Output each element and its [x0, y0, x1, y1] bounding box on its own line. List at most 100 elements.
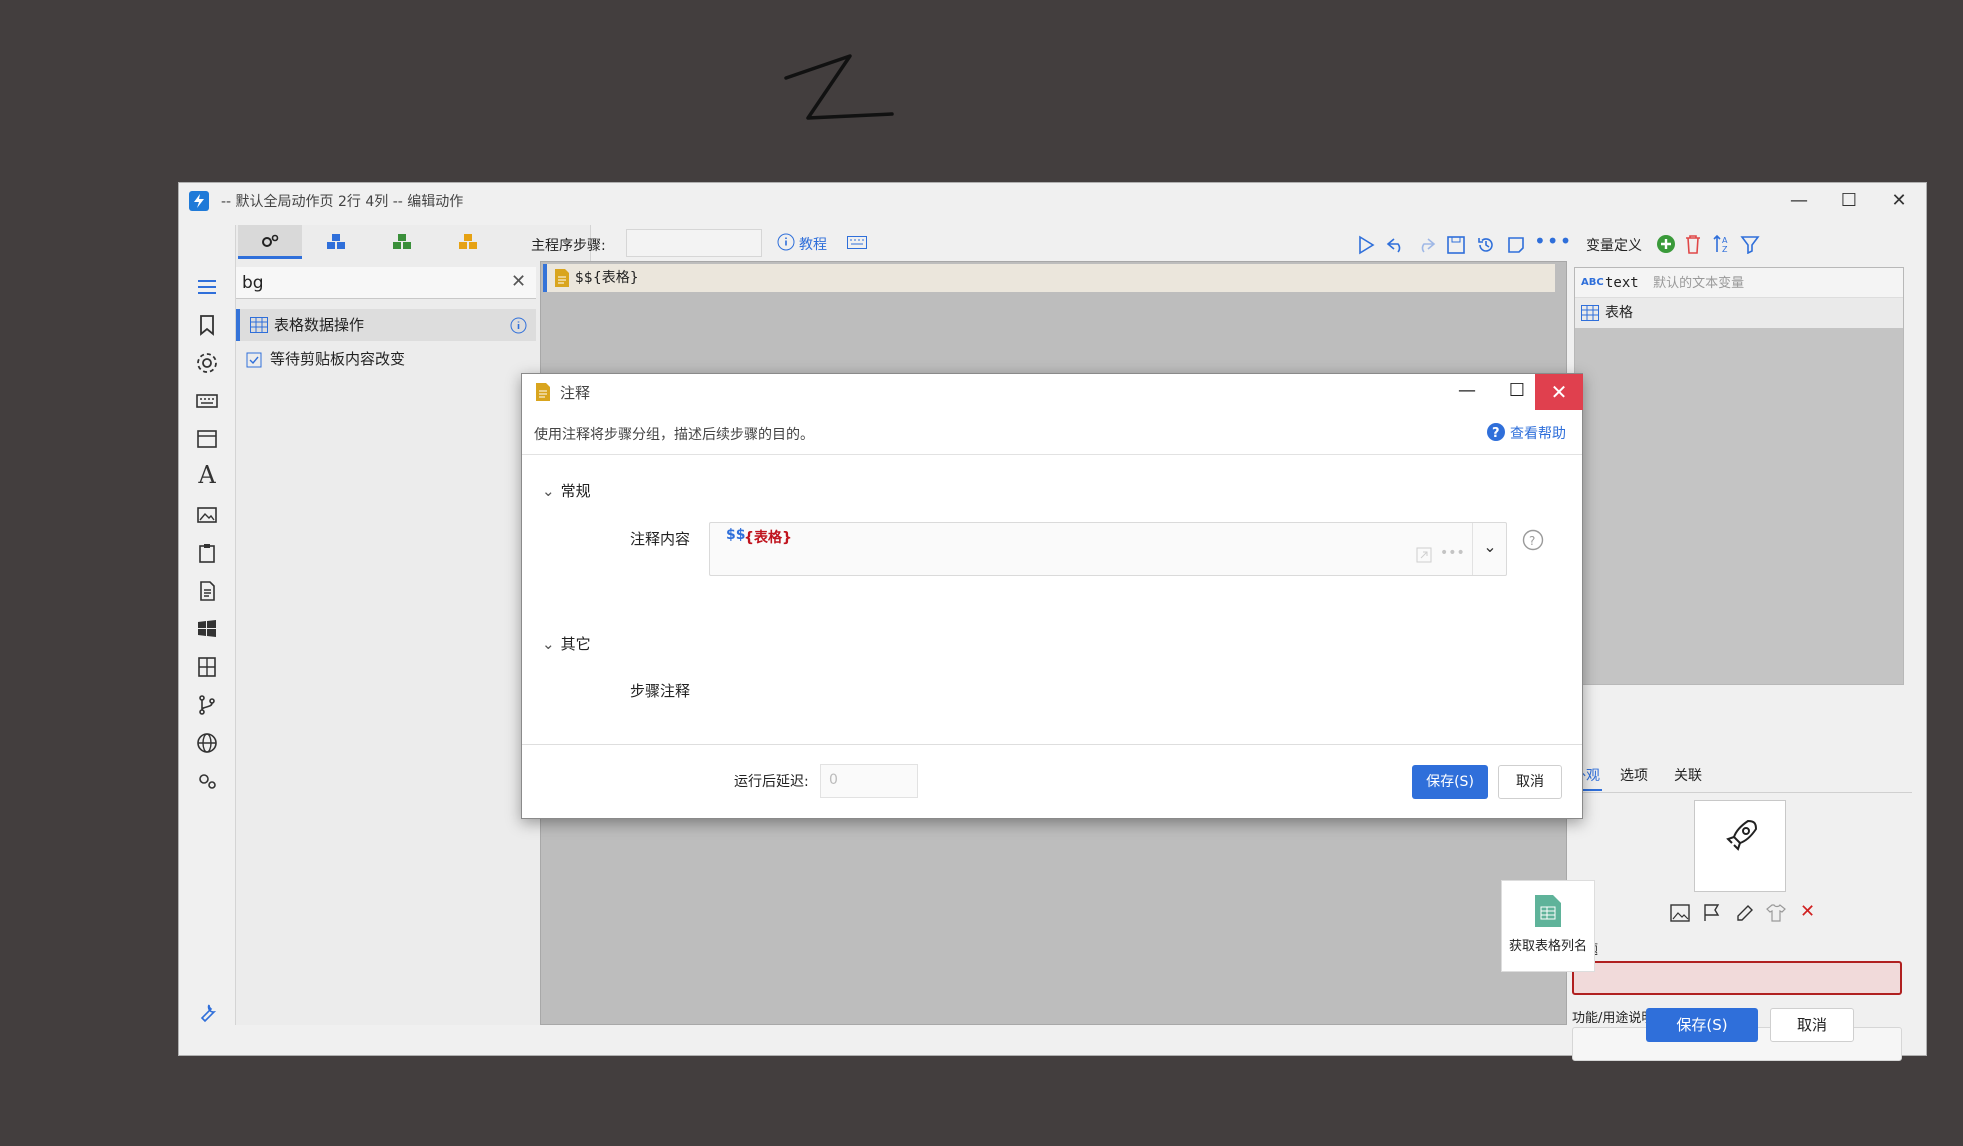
- note-icon: [536, 383, 550, 401]
- expand-icon[interactable]: [1416, 547, 1432, 563]
- section-other[interactable]: ⌄ 其它: [542, 633, 591, 654]
- dialog-minimize-button[interactable]: —: [1447, 380, 1487, 406]
- play-icon[interactable]: [1356, 235, 1376, 255]
- scribble-mark: [784, 54, 894, 120]
- step-row[interactable]: $${表格}: [543, 264, 1555, 292]
- field-variable: {表格}: [744, 530, 792, 546]
- image-icon[interactable]: [1670, 904, 1690, 922]
- icon-preview[interactable]: [1694, 800, 1786, 892]
- step-note-label: 步骤注释: [630, 682, 691, 700]
- tab-green-cubes[interactable]: [370, 225, 434, 259]
- var-name: 表格: [1605, 305, 1633, 321]
- tab-blue-cubes[interactable]: [304, 225, 368, 259]
- clear-search-icon[interactable]: ✕: [511, 271, 526, 292]
- gear-icon[interactable]: [195, 351, 219, 375]
- dialog-title: 注释: [560, 384, 591, 402]
- list-item-label: 等待剪贴板内容改变: [270, 350, 406, 368]
- windows-icon[interactable]: [195, 617, 219, 641]
- dialog-close-button[interactable]: ✕: [1535, 374, 1583, 410]
- var-name: text: [1605, 275, 1639, 291]
- wrench-icon[interactable]: [195, 1001, 219, 1025]
- flag-icon[interactable]: [1702, 904, 1722, 922]
- calculator-icon[interactable]: [195, 655, 219, 679]
- save-button[interactable]: 保存(S): [1646, 1008, 1758, 1042]
- globe-icon[interactable]: [195, 731, 219, 755]
- info-icon: [777, 233, 795, 251]
- dialog-save-button[interactable]: 保存(S): [1412, 765, 1488, 799]
- delete-icon[interactable]: [1684, 234, 1702, 254]
- list-item[interactable]: 表格: [1575, 298, 1903, 328]
- document-icon[interactable]: [195, 579, 219, 603]
- dialog-maximize-button[interactable]: ☐: [1497, 380, 1537, 406]
- step-text: $${表格}: [575, 270, 639, 286]
- dropdown-chevron-icon[interactable]: ⌄: [1472, 523, 1507, 575]
- tab-settings[interactable]: [238, 225, 302, 259]
- info-icon[interactable]: [510, 317, 527, 334]
- tooltip-label: 获取表格列名: [1508, 939, 1587, 954]
- tab-relations[interactable]: 关联: [1674, 765, 1702, 785]
- delay-input[interactable]: 0: [820, 764, 918, 798]
- clipboard-icon[interactable]: [195, 541, 219, 565]
- filter-icon[interactable]: [1740, 234, 1760, 254]
- eyedropper-icon[interactable]: [1734, 904, 1754, 922]
- keyboard-icon[interactable]: [195, 389, 219, 413]
- dialog-footer-divider: [522, 744, 1582, 745]
- search-input[interactable]: bg: [236, 267, 536, 299]
- dialog-description: 使用注释将步骤分组，描述后续步骤的目的。: [534, 427, 814, 443]
- undo-icon[interactable]: [1386, 235, 1406, 255]
- main-steps-input[interactable]: [626, 229, 762, 257]
- clipboard-check-icon: [246, 352, 262, 368]
- list-item[interactable]: 表格数据操作: [236, 309, 536, 341]
- title-bar: -- 默认全局动作页 2行 4列 -- 编辑动作 — ☐ ✕: [179, 183, 1926, 219]
- list-icon[interactable]: [195, 275, 219, 299]
- table-icon: [250, 317, 268, 333]
- tab-options[interactable]: 选项: [1620, 765, 1648, 785]
- delay-label: 运行后延迟:: [734, 774, 809, 790]
- question-icon[interactable]: ?: [1522, 529, 1544, 551]
- image-icon[interactable]: [195, 503, 219, 527]
- cancel-button[interactable]: 取消: [1770, 1008, 1854, 1042]
- list-item[interactable]: 等待剪贴板内容改变: [236, 343, 536, 375]
- svg-text:?: ?: [1492, 426, 1500, 441]
- list-item-label: 表格数据操作: [274, 316, 365, 334]
- more-icon[interactable]: •••: [1440, 545, 1465, 561]
- dialog-divider: [522, 454, 1582, 455]
- minimize-button[interactable]: —: [1779, 187, 1819, 215]
- branch-icon[interactable]: [195, 693, 219, 717]
- list-item[interactable]: ABC text 默认的文本变量: [1575, 268, 1903, 298]
- note-icon[interactable]: [1506, 235, 1526, 255]
- sort-icon[interactable]: AZ: [1712, 234, 1732, 254]
- close-button[interactable]: ✕: [1879, 187, 1919, 215]
- comment-content-field[interactable]: $$ {表格} ••• ⌄: [709, 522, 1507, 576]
- redo-icon[interactable]: [1416, 235, 1436, 255]
- help-link[interactable]: 查看帮助: [1510, 423, 1566, 443]
- keyboard-icon[interactable]: [847, 236, 867, 249]
- var-desc: 默认的文本变量: [1653, 276, 1745, 291]
- tutorial-link[interactable]: 教程: [799, 234, 827, 254]
- window-icon[interactable]: [195, 427, 219, 451]
- maximize-button[interactable]: ☐: [1829, 187, 1869, 215]
- window-title: -- 默认全局动作页 2行 4列 -- 编辑动作: [221, 194, 464, 210]
- text-type-icon: ABC: [1581, 277, 1604, 288]
- history-icon[interactable]: [1476, 235, 1496, 255]
- comment-content-label: 注释内容: [630, 530, 691, 548]
- remove-icon[interactable]: ✕: [1800, 901, 1815, 922]
- svg-text:Z: Z: [1722, 245, 1728, 254]
- rocket-icon: [1726, 819, 1758, 851]
- save-icon[interactable]: [1446, 235, 1466, 255]
- tooltip-card[interactable]: 获取表格列名: [1501, 880, 1595, 972]
- title-input[interactable]: [1572, 961, 1902, 995]
- bookmark-icon[interactable]: [195, 313, 219, 337]
- tab-divider: [1572, 792, 1912, 793]
- tab-orange-cubes[interactable]: [436, 225, 500, 259]
- more-icon[interactable]: •••: [1534, 229, 1572, 253]
- gears-icon[interactable]: [195, 769, 219, 793]
- text-icon[interactable]: A: [195, 463, 219, 487]
- desc-label: 功能/用途说明: [1572, 1011, 1655, 1026]
- gears-icon: [262, 234, 279, 247]
- shirt-icon[interactable]: [1766, 904, 1786, 922]
- dialog-cancel-button[interactable]: 取消: [1498, 765, 1562, 799]
- variable-list: ABC text 默认的文本变量 表格: [1574, 267, 1904, 685]
- add-icon[interactable]: [1656, 234, 1676, 254]
- section-general[interactable]: ⌄ 常规: [542, 480, 591, 501]
